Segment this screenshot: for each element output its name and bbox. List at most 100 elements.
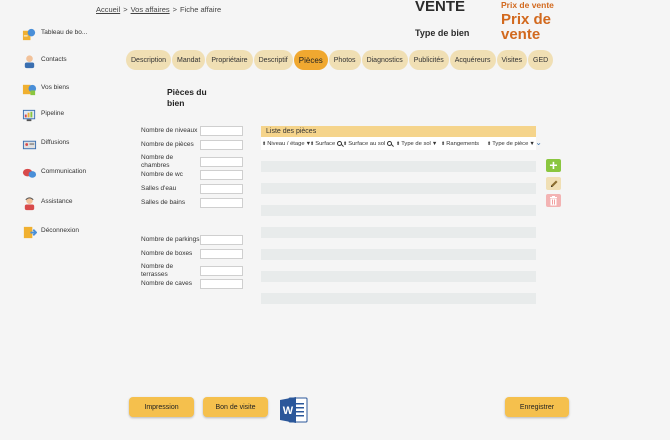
sort-icon[interactable]: ⬍ (441, 141, 445, 147)
search-icon[interactable] (337, 141, 343, 146)
sidebar-item-logout[interactable]: Déconnexion (22, 225, 79, 240)
field-pieces: Nombre de pièces (141, 140, 243, 150)
parkings-input[interactable] (200, 235, 243, 245)
field-parkings: Nombre de parkings (141, 235, 243, 245)
field-salles-eau: Salles d'eau (141, 184, 243, 194)
save-button[interactable]: Enregistrer (505, 397, 569, 417)
sidebar-item-communication[interactable]: Communication (22, 166, 86, 181)
breadcrumb-home-link[interactable]: Accueil (96, 5, 120, 14)
rooms-table-header: ⬍ Niveau / étage ▼ ⬍ Surface ⬍ Surface au so… (261, 137, 542, 150)
column-label: Rangements (446, 140, 480, 147)
field-niveaux: Nombre de niveaux (141, 126, 243, 136)
table-row (261, 172, 536, 183)
table-row (261, 150, 536, 161)
field-label: Nombre de pièces (141, 141, 194, 149)
sidebar-item-diffusions[interactable]: Diffusions (22, 137, 69, 152)
word-document-icon[interactable]: W (279, 396, 309, 424)
visit-voucher-button[interactable]: Bon de visite (203, 397, 268, 417)
column-rangements[interactable]: ⬍ Rangements (441, 141, 487, 147)
columns-toggle-icon[interactable]: ⌄ (535, 138, 542, 147)
print-button[interactable]: Impression (129, 397, 194, 417)
sidebar-item-properties[interactable]: Vos biens (22, 82, 69, 97)
column-surface-sol[interactable]: ⬍ Surface au sol (343, 141, 396, 147)
tab-visites[interactable]: Visites (496, 50, 528, 70)
boxes-input[interactable] (200, 249, 243, 259)
tab-diagnostics[interactable]: Diagnostics (361, 50, 408, 70)
table-row (261, 183, 536, 194)
table-row (261, 249, 536, 260)
sort-icon[interactable]: ⬍ (396, 141, 400, 147)
edit-icon (550, 180, 557, 187)
salles-bains-input[interactable] (200, 198, 243, 208)
field-terrasses: Nombre de terrasses (141, 263, 243, 278)
table-row (261, 194, 536, 205)
wc-input[interactable] (200, 170, 243, 180)
tab-ged[interactable]: GED (528, 50, 554, 70)
field-salles-bains: Salles de bains (141, 198, 243, 208)
column-type-sol[interactable]: ⬍ Type de sol ▼ (396, 141, 441, 147)
dashboard-icon (22, 28, 36, 41)
sort-icon[interactable]: ⬍ (262, 141, 266, 147)
sidebar-item-label: Contacts (41, 56, 67, 63)
diffusion-icon (22, 140, 37, 150)
contact-icon (24, 55, 35, 69)
terrasses-input[interactable] (200, 265, 243, 276)
sort-icon[interactable]: ⬍ (310, 141, 314, 147)
caves-input[interactable] (200, 279, 243, 289)
tab-acquereurs[interactable]: Acquéreurs (449, 50, 496, 70)
tab-photos[interactable]: Photos (328, 50, 361, 70)
sidebar-item-pipeline[interactable]: Pipeline (22, 108, 64, 123)
chevron-down-icon[interactable]: ▼ (432, 141, 437, 147)
pipeline-icon (22, 109, 36, 122)
trash-icon (550, 195, 557, 205)
chevron-down-icon[interactable]: ▼ (529, 141, 534, 147)
sort-icon[interactable]: ⬍ (487, 141, 491, 147)
delete-room-button[interactable] (546, 194, 561, 207)
column-niveau[interactable]: ⬍ Niveau / étage ▼ (261, 141, 311, 147)
sort-icon[interactable]: ⬍ (343, 141, 347, 147)
column-surface[interactable]: ⬍ Surface (310, 141, 343, 147)
tab-description[interactable]: Description (126, 50, 172, 70)
column-type-piece[interactable]: ⬍ Type de pièce ▼ (487, 141, 536, 147)
field-label: Salles de bains (141, 199, 186, 207)
communication-icon (22, 168, 37, 178)
sidebar-item-label: Assistance (41, 198, 73, 205)
add-room-button[interactable]: + (546, 158, 561, 172)
breadcrumb-affairs-link[interactable]: Vos affaires (131, 5, 170, 14)
breadcrumb: Accueil > Vos affaires > Fiche affaire (96, 5, 221, 14)
field-boxes: Nombre de boxes (141, 249, 243, 259)
field-label: Nombre de wc (141, 171, 183, 179)
field-label: Salles d'eau (141, 185, 177, 193)
search-icon[interactable] (387, 141, 393, 146)
field-label: Nombre de caves (141, 280, 192, 288)
salles-eau-input[interactable] (200, 184, 243, 194)
breadcrumb-separator: > (172, 5, 178, 14)
breadcrumb-separator: > (123, 5, 128, 14)
table-row (261, 260, 536, 271)
field-chambres: Nombre de chambres (141, 154, 243, 169)
sidebar-item-assistance[interactable]: Assistance (22, 196, 72, 211)
table-row (261, 271, 536, 282)
table-row (261, 293, 536, 304)
sidebar-item-contacts[interactable]: Contacts (22, 54, 67, 69)
assistance-icon (24, 197, 35, 211)
table-row (261, 282, 536, 293)
pieces-input[interactable] (200, 140, 243, 150)
tab-descriptif[interactable]: Descriptif (253, 50, 293, 70)
tab-proprietaire[interactable]: Propriétaire (206, 50, 253, 70)
field-wc: Nombre de wc (141, 170, 243, 180)
tab-bar: Description Mandat Propriétaire Descript… (126, 50, 554, 70)
svg-text:W: W (283, 405, 294, 417)
tab-pieces[interactable]: Pièces (293, 50, 328, 70)
property-type-title: Type de bien (415, 28, 470, 38)
niveaux-input[interactable] (200, 126, 243, 136)
chambres-input[interactable] (200, 156, 243, 167)
tab-publicites[interactable]: Publicités (408, 50, 449, 70)
edit-room-button[interactable] (546, 177, 561, 190)
rooms-list-panel: Liste des pièces ⬍ Niveau / étage ▼ ⬍ Surfa… (261, 126, 542, 304)
price-label: Prix de vente (501, 0, 554, 10)
field-label: Nombre de chambres (141, 154, 174, 169)
field-label: Nombre de terrasses (141, 263, 174, 278)
tab-mandat[interactable]: Mandat (172, 50, 206, 70)
sidebar-item-dashboard[interactable]: Tableau de bo... (22, 27, 87, 42)
